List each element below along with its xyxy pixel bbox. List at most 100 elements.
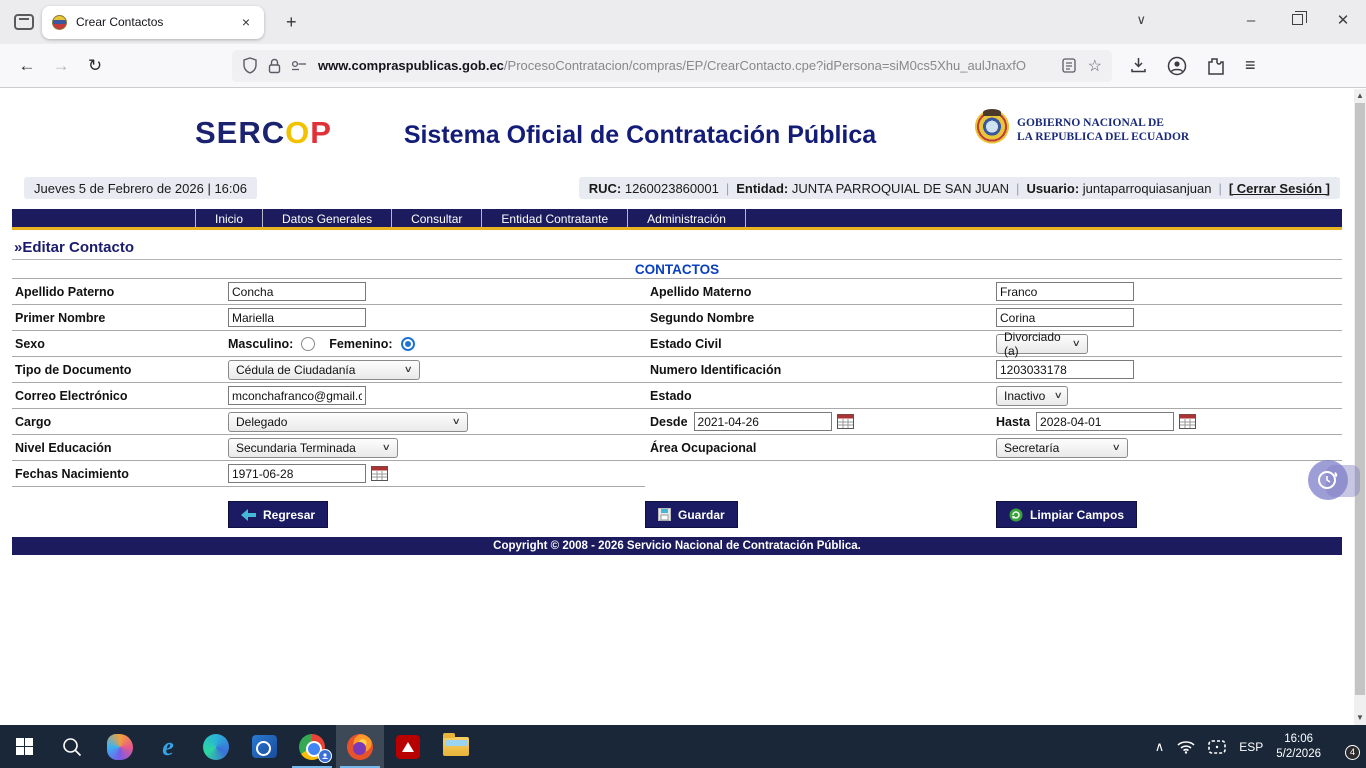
taskbar-search-button[interactable] [48,725,96,768]
estado-civil-label: Estado Civil [645,337,996,351]
extensions-puzzle-icon[interactable] [1207,57,1225,75]
form-title: CONTACTOS [12,260,1342,279]
nivel-educacion-select[interactable]: Secundaria Terminada∨ [228,438,398,458]
apellido-materno-input[interactable] [996,282,1134,301]
estado-civil-select[interactable]: Divorciado (a)∨ [996,334,1088,354]
government-logo: GOBIERNO NACIONAL DELA REPUBLICA DEL ECU… [975,109,1189,151]
lock-icon[interactable] [268,58,281,74]
tipo-documento-label: Tipo de Documento [12,363,228,377]
notification-center-button[interactable]: 4 [1334,737,1358,757]
femenino-radio[interactable] [401,337,415,351]
area-ocupacional-select[interactable]: Secretaría∨ [996,438,1128,458]
minimize-button[interactable]: – [1228,12,1274,29]
femenino-label: Femenino: [329,337,392,351]
section-heading: »Editar Contacto [12,239,1342,260]
scrollbar-thumb[interactable] [1355,103,1365,695]
segundo-nombre-input[interactable] [996,308,1134,327]
outlook-icon [252,735,277,758]
primer-nombre-input[interactable] [228,308,366,327]
calendar-icon[interactable] [837,414,854,429]
monitor-icon[interactable] [1208,740,1226,754]
reader-view-icon[interactable] [1062,58,1076,73]
file-explorer-icon [443,737,469,756]
guardar-button[interactable]: Guardar [645,501,738,528]
save-icon [658,508,671,521]
scroll-down-icon[interactable]: ▼ [1354,711,1366,725]
logout-link[interactable]: [ Cerrar Sesión ] [1229,181,1330,196]
search-icon [61,736,83,758]
permissions-icon[interactable] [290,60,308,72]
regresar-button[interactable]: Regresar [228,501,328,528]
nav-item-entidad-contratante[interactable]: Entidad Contratante [481,209,627,227]
nav-item-inicio[interactable]: Inicio [195,209,262,227]
nav-item-datos-generales[interactable]: Datos Generales [262,209,391,227]
wifi-icon[interactable] [1177,740,1195,754]
browser-tab[interactable]: Crear Contactos × [42,6,264,39]
bookmark-star-icon[interactable]: ☆ [1088,56,1102,76]
tab-close-icon[interactable]: × [238,12,254,32]
calendar-icon[interactable] [1179,414,1196,429]
back-button[interactable]: ← [10,56,44,76]
account-icon[interactable] [1167,56,1187,76]
correo-label: Correo Electrónico [12,389,228,403]
scroll-up-icon[interactable]: ▲ [1354,89,1366,103]
page-scrollbar[interactable]: ▲ ▼ [1354,89,1366,725]
windows-taskbar: e ∧ ESP 16:065/2/2026 4 [0,725,1366,768]
new-tab-button[interactable]: + [278,12,305,33]
chevron-down-icon: ∨ [382,442,391,453]
copilot-icon [107,734,133,760]
url-text: www.compraspublicas.gob.ec/ProcesoContra… [318,58,1062,73]
taskbar-outlook-button[interactable] [240,725,288,768]
apellido-paterno-input[interactable] [228,282,366,301]
clear-refresh-icon [1009,508,1023,522]
taskbar-acrobat-button[interactable] [384,725,432,768]
shield-icon[interactable] [242,57,258,74]
chevron-down-icon: ∨ [1072,338,1081,349]
site-favicon-icon [52,15,67,30]
clock-display[interactable]: 16:065/2/2026 [1276,732,1321,762]
language-indicator[interactable]: ESP [1239,740,1263,754]
chevron-down-icon: ∨ [1054,390,1063,401]
estado-label: Estado [645,389,996,403]
calendar-icon[interactable] [371,466,388,481]
nav-item-administracion[interactable]: Administración [627,209,746,227]
nav-item-consultar[interactable]: Consultar [391,209,481,227]
masculino-radio[interactable] [301,337,315,351]
tray-chevron-icon[interactable]: ∧ [1155,739,1165,755]
downloads-icon[interactable] [1130,57,1147,74]
taskbar-ie-button[interactable]: e [144,725,192,768]
sexo-label: Sexo [12,337,228,351]
close-window-button[interactable]: ✕ [1320,11,1366,29]
menu-hamburger-icon[interactable]: ≡ [1245,55,1256,76]
firefox-view-icon[interactable] [14,14,34,30]
taskbar-explorer-button[interactable] [432,725,480,768]
masculino-label: Masculino: [228,337,293,351]
taskbar-chrome-button[interactable] [288,725,336,768]
start-button[interactable] [0,725,48,768]
tab-list-chevron-icon[interactable]: ∨ [1136,12,1146,28]
desde-label: Desde [650,415,688,429]
reload-button[interactable]: ↻ [78,56,112,76]
clock-flame-icon [1315,467,1341,493]
taskbar-firefox-button[interactable] [336,725,384,768]
notification-badge: 4 [1345,745,1360,760]
forward-button[interactable]: → [44,56,78,76]
desde-input[interactable] [694,412,832,431]
internet-explorer-icon: e [162,734,174,760]
fecha-nacimiento-input[interactable] [228,464,366,483]
taskbar-edge-button[interactable] [192,725,240,768]
floating-timer-widget[interactable] [1308,460,1360,502]
taskbar-copilot-button[interactable] [96,725,144,768]
correo-input[interactable] [228,386,366,405]
estado-select[interactable]: Inactivo∨ [996,386,1068,406]
back-arrow-icon [241,509,256,521]
url-bar[interactable]: www.compraspublicas.gob.ec/ProcesoContra… [232,50,1112,82]
tipo-documento-select[interactable]: Cédula de Ciudadanía∨ [228,360,420,380]
cargo-select[interactable]: Delegado∨ [228,412,468,432]
limpiar-campos-button[interactable]: Limpiar Campos [996,501,1137,528]
hasta-label: Hasta [996,415,1030,429]
contact-form: Apellido Paterno Apellido Materno Primer… [12,279,1342,487]
restore-button[interactable] [1274,12,1320,29]
numero-identificacion-input[interactable] [996,360,1134,379]
hasta-input[interactable] [1036,412,1174,431]
